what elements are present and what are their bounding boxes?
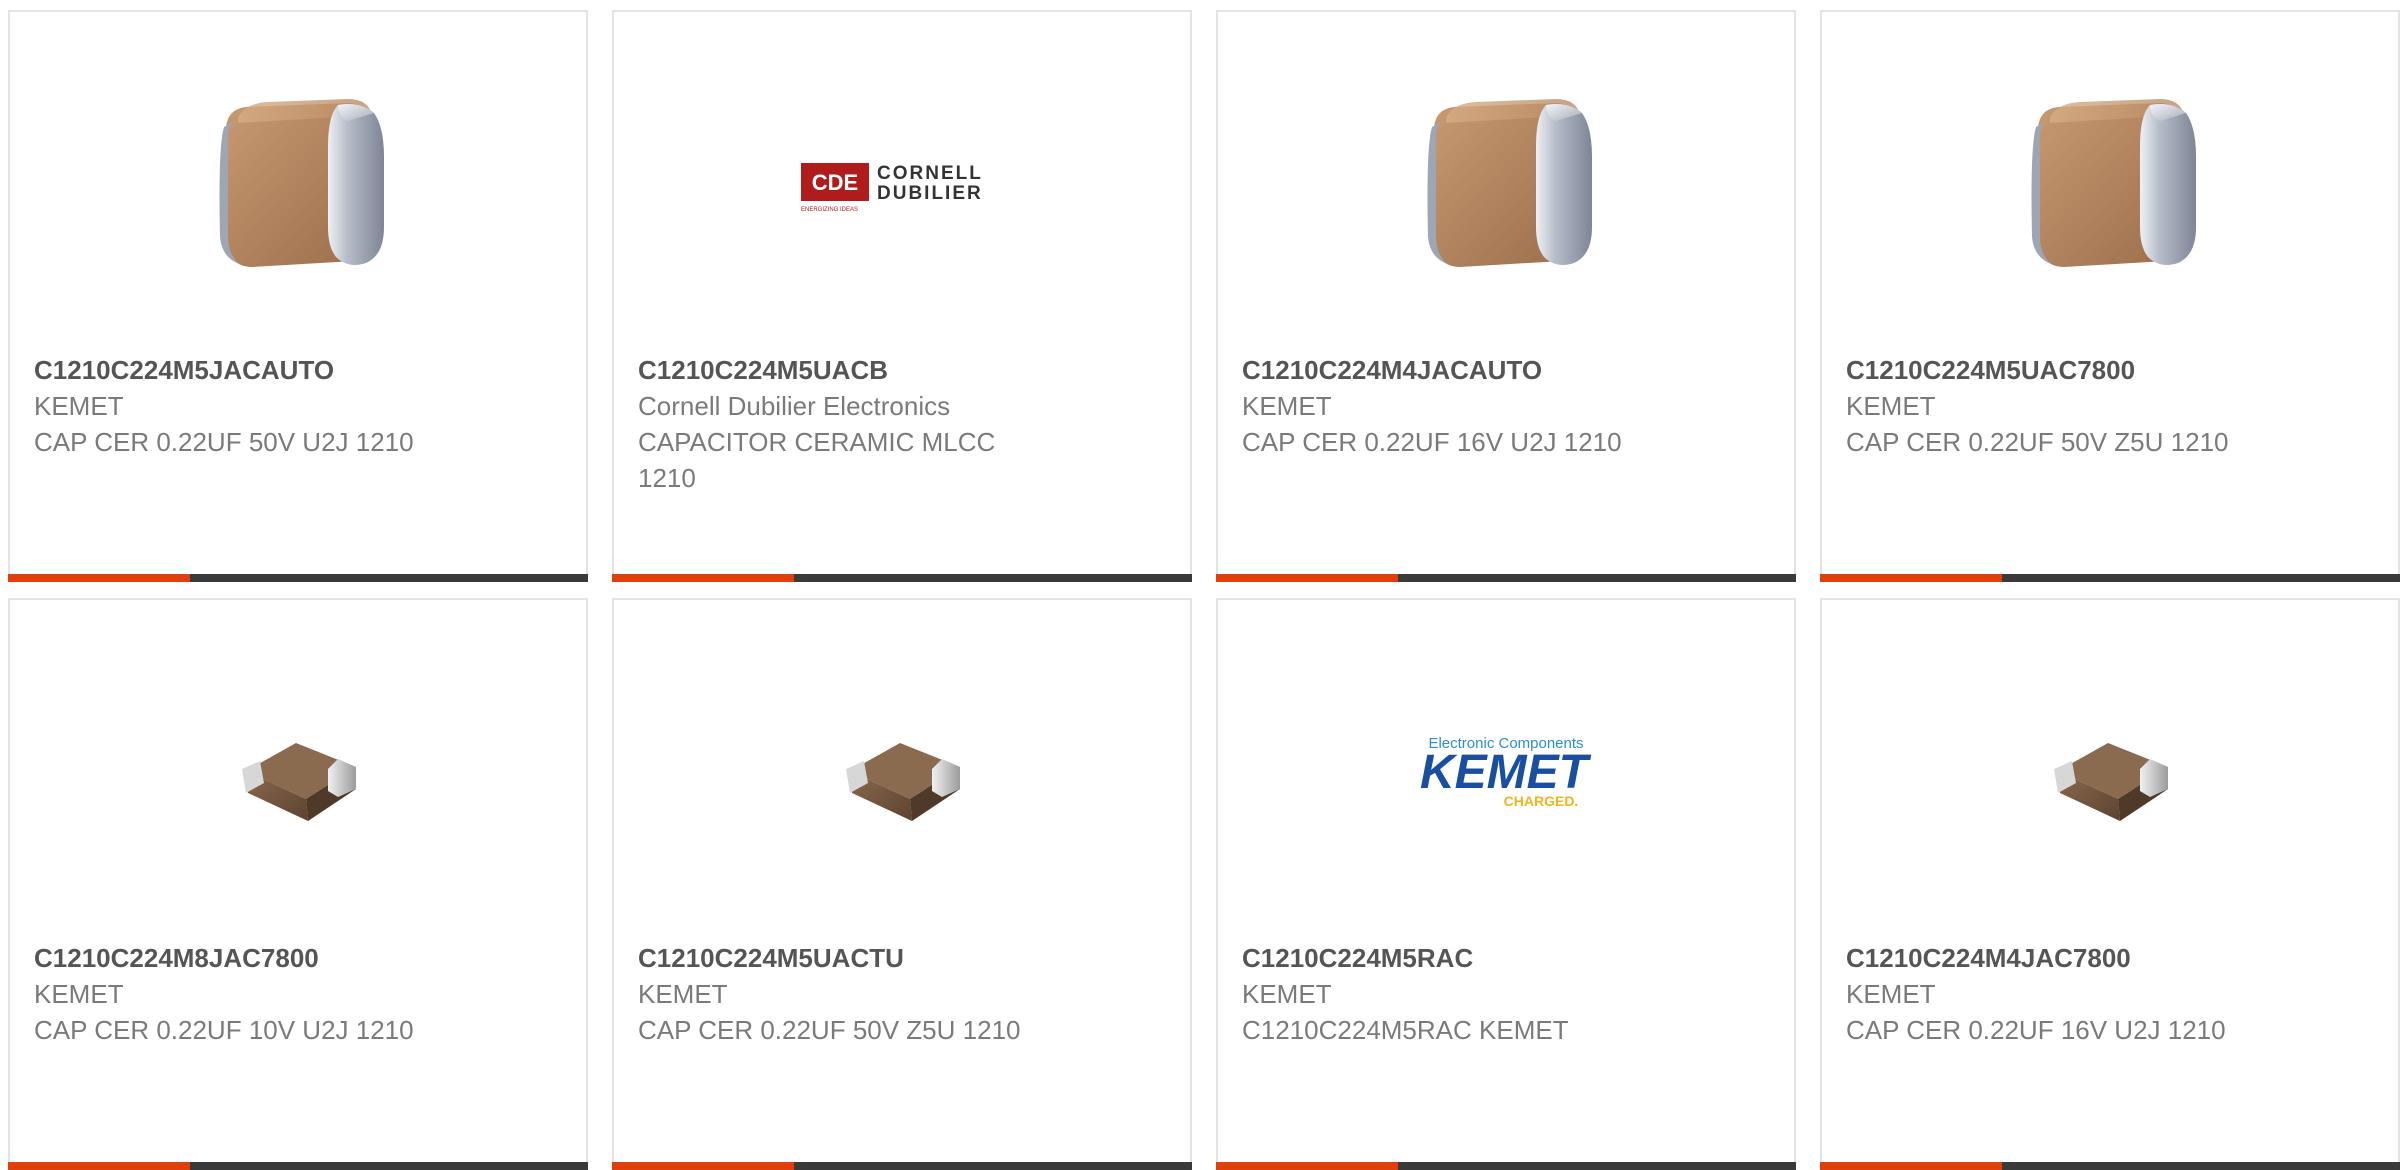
part-number[interactable]: C1210C224M5UAC7800 xyxy=(1846,352,2306,388)
card-accent xyxy=(8,574,190,582)
card-accent xyxy=(1820,574,2002,582)
card-accent xyxy=(1216,1162,1398,1170)
part-number[interactable]: C1210C224M5JACAUTO xyxy=(34,352,494,388)
card-footer-bar xyxy=(1216,1162,1796,1170)
card-accent xyxy=(8,1162,190,1170)
cornell-dubilier-logo: CDE ENERGIZING IDEAS CORNELL DUBILIER xyxy=(801,163,983,213)
description: CAP CER 0.22UF 50V Z5U 1210 xyxy=(638,1015,1021,1045)
description: C1210C224M5RAC KEMET xyxy=(1242,1015,1569,1045)
manufacturer: KEMET xyxy=(1242,979,1332,1009)
mlcc-large-icon xyxy=(1427,99,1592,267)
product-image xyxy=(1822,670,2398,880)
part-number[interactable]: C1210C224M5RAC xyxy=(1242,940,1702,976)
manufacturer: KEMET xyxy=(1846,391,1936,421)
product-image: Electronic Components KEMET CHARGED. xyxy=(1218,670,1794,880)
description: CAP CER 0.22UF 50V U2J 1210 xyxy=(34,427,414,457)
product-image xyxy=(10,670,586,880)
manufacturer: Cornell Dubilier Electronics xyxy=(638,391,951,421)
mlcc-small-icon xyxy=(242,743,356,821)
part-number[interactable]: C1210C224M5UACB xyxy=(638,352,1098,388)
product-card[interactable]: Electronic Components KEMET CHARGED. C12… xyxy=(1216,598,1796,1170)
card-footer-bar xyxy=(612,574,1192,582)
product-card[interactable]: C1210C224M4JACAUTO KEMET CAP CER 0.22UF … xyxy=(1216,10,1796,582)
manufacturer: KEMET xyxy=(638,979,728,1009)
product-image xyxy=(1822,82,2398,292)
product-image: CDE ENERGIZING IDEAS CORNELL DUBILIER xyxy=(614,82,1190,292)
manufacturer: KEMET xyxy=(34,979,124,1009)
part-number[interactable]: C1210C224M4JACAUTO xyxy=(1242,352,1702,388)
cde-name-line1: CORNELL xyxy=(877,163,983,184)
product-card[interactable]: C1210C224M8JAC7800 KEMET CAP CER 0.22UF … xyxy=(8,598,588,1170)
cde-name-line2: DUBILIER xyxy=(877,183,983,204)
product-image xyxy=(1218,82,1794,292)
part-number[interactable]: C1210C224M4JAC7800 xyxy=(1846,940,2306,976)
mlcc-small-icon xyxy=(846,743,960,821)
product-card[interactable]: C1210C224M5UAC7800 KEMET CAP CER 0.22UF … xyxy=(1820,10,2400,582)
product-card[interactable]: CDE ENERGIZING IDEAS CORNELL DUBILIER C1… xyxy=(612,10,1192,582)
description: CAP CER 0.22UF 50V Z5U 1210 xyxy=(1846,427,2229,457)
kemet-name: KEMET xyxy=(1420,746,1592,799)
card-footer-bar xyxy=(612,1162,1192,1170)
cde-tagline: ENERGIZING IDEAS xyxy=(801,207,858,213)
product-card[interactable]: C1210C224M5JACAUTO KEMET CAP CER 0.22UF … xyxy=(8,10,588,582)
product-grid: C1210C224M5JACAUTO KEMET CAP CER 0.22UF … xyxy=(0,0,2400,1170)
kemet-tag: CHARGED. xyxy=(1504,793,1579,809)
description: CAP CER 0.22UF 16V U2J 1210 xyxy=(1242,427,1622,457)
description: CAP CER 0.22UF 16V U2J 1210 xyxy=(1846,1015,2226,1045)
product-card[interactable]: C1210C224M5UACTU KEMET CAP CER 0.22UF 50… xyxy=(612,598,1192,1170)
part-number[interactable]: C1210C224M5UACTU xyxy=(638,940,1098,976)
mlcc-large-icon xyxy=(2031,99,2196,267)
card-footer-bar xyxy=(1216,574,1796,582)
card-accent xyxy=(612,574,794,582)
part-number[interactable]: C1210C224M8JAC7800 xyxy=(34,940,494,976)
card-accent xyxy=(1216,574,1398,582)
mlcc-small-icon xyxy=(2054,743,2168,821)
cde-mark: CDE xyxy=(812,170,858,195)
card-accent xyxy=(612,1162,794,1170)
card-footer-bar xyxy=(1820,574,2400,582)
manufacturer: KEMET xyxy=(1846,979,1936,1009)
manufacturer: KEMET xyxy=(34,391,124,421)
description: CAPACITOR CERAMIC MLCC 1210 xyxy=(638,427,996,493)
card-accent xyxy=(1820,1162,2002,1170)
description: CAP CER 0.22UF 10V U2J 1210 xyxy=(34,1015,414,1045)
mlcc-large-icon xyxy=(198,87,398,287)
manufacturer: KEMET xyxy=(1242,391,1332,421)
card-footer-bar xyxy=(8,1162,588,1170)
card-footer-bar xyxy=(1820,1162,2400,1170)
product-image xyxy=(10,82,586,292)
product-card[interactable]: C1210C224M4JAC7800 KEMET CAP CER 0.22UF … xyxy=(1820,598,2400,1170)
card-footer-bar xyxy=(8,574,588,582)
kemet-logo: Electronic Components KEMET CHARGED. xyxy=(1420,735,1592,809)
product-image xyxy=(614,670,1190,880)
